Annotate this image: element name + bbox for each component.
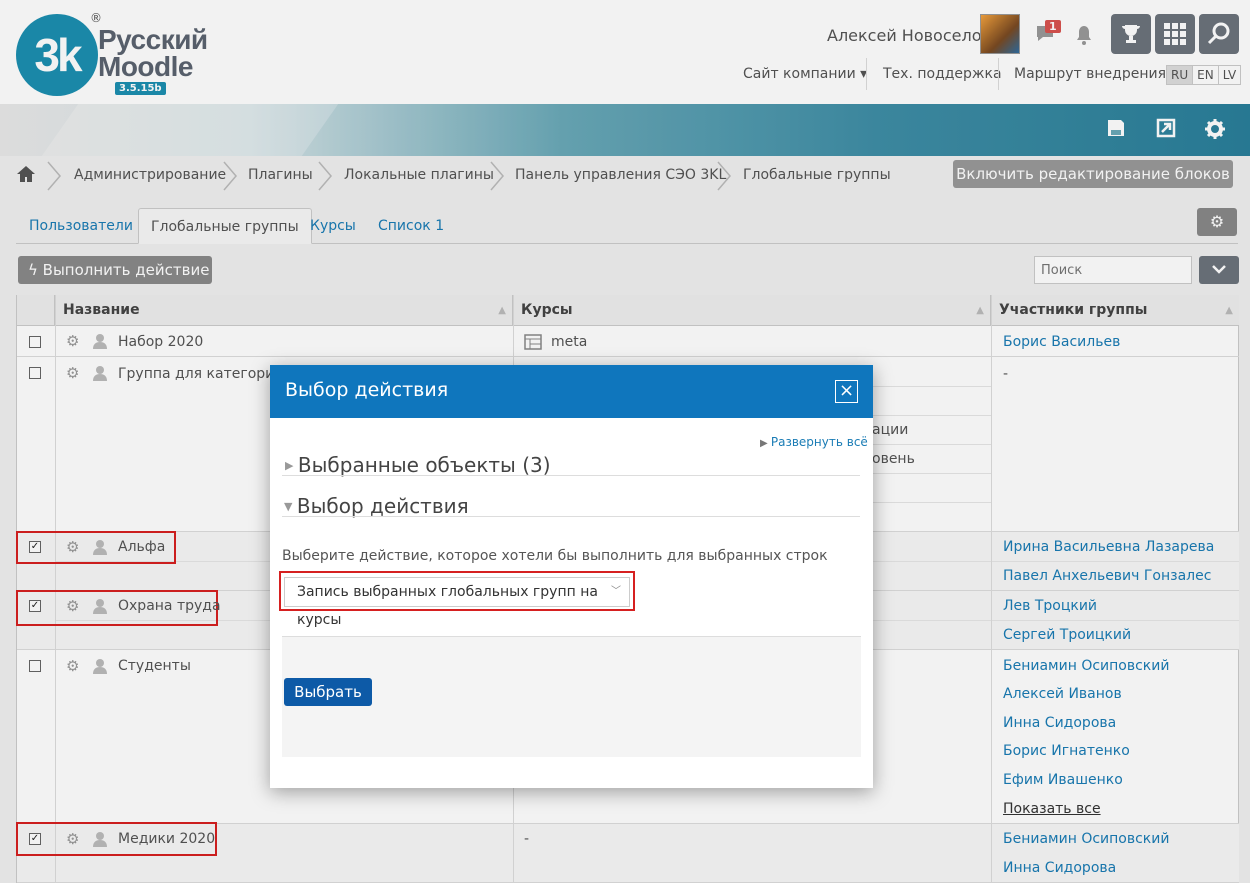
expand-all-link[interactable]: ▶ Развернуть всё: [760, 435, 868, 449]
divider: [282, 516, 860, 517]
section-title: Выбранные объекты (3): [297, 453, 551, 477]
dialog-title: Выбор действия: [285, 379, 449, 401]
caret-right-icon: ▶: [285, 459, 294, 472]
action-select[interactable]: Запись выбранных глобальных групп на кур…: [284, 577, 630, 628]
caret-down-icon: ▼: [284, 500, 293, 513]
section-title: Выбор действия: [296, 494, 469, 518]
choose-action-section[interactable]: ▼ Выбор действия: [284, 494, 469, 518]
chevron-down-icon: ﹀: [611, 586, 621, 597]
divider: [282, 475, 860, 476]
dialog-header: Выбор действия ×: [270, 365, 873, 418]
expand-all-label: Развернуть всё: [770, 435, 868, 449]
submit-button[interactable]: Выбрать: [284, 678, 372, 706]
action-select-value: Запись выбранных глобальных групп на кур…: [297, 584, 598, 628]
select-label: Выберите действие, которое хотели бы вып…: [282, 548, 828, 564]
close-icon[interactable]: ×: [835, 380, 858, 403]
action-dialog: Выбор действия × ▶ Развернуть всё ▶ Выбр…: [270, 365, 873, 788]
selected-objects-section[interactable]: ▶ Выбранные объекты (3): [285, 453, 551, 477]
caret-right-icon: ▶: [760, 438, 771, 449]
